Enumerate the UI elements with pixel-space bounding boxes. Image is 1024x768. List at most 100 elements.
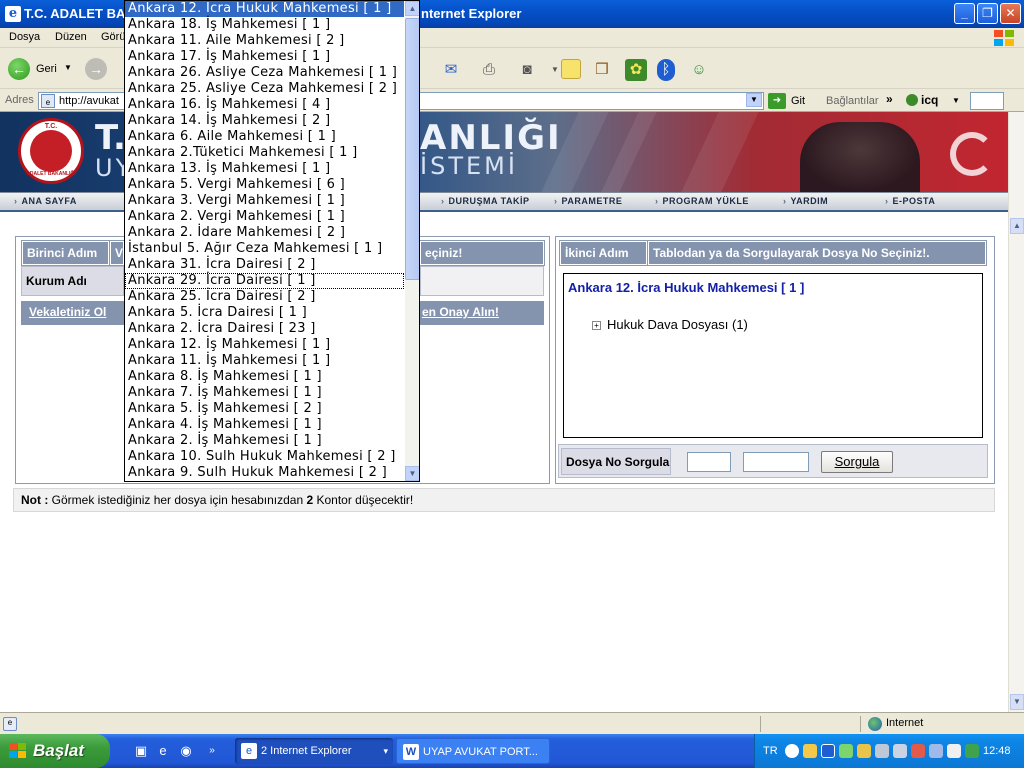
tray-antivirus-icon[interactable] — [911, 744, 925, 758]
court-option[interactable]: Ankara 5. İcra Dairesi [ 1 ] — [125, 305, 404, 321]
query-button[interactable]: Sorgula — [821, 451, 893, 473]
court-option[interactable]: Ankara 7. İş Mahkemesi [ 1 ] — [125, 385, 404, 401]
court-option[interactable]: Ankara 9. Sulh Hukuk Mahkemesi [ 2 ] — [125, 465, 404, 481]
address-dropdown-icon[interactable]: ▼ — [746, 93, 762, 107]
task-group-arrow-icon[interactable]: ▾ — [383, 738, 388, 764]
nav-program-upload[interactable]: PROGRAM YÜKLE — [655, 196, 749, 206]
court-option[interactable]: Ankara 5. İş Mahkemesi [ 2 ] — [125, 401, 404, 417]
icq-search-input[interactable] — [970, 92, 1004, 110]
nav-home[interactable]: ANA SAYFA — [14, 196, 77, 206]
back-button-label[interactable]: Geri — [36, 63, 57, 75]
page-scrollbar[interactable]: ▲ ▼ — [1008, 112, 1024, 712]
nav-help[interactable]: YARDIM — [783, 196, 828, 206]
court-option[interactable]: Ankara 31. İcra Dairesi [ 2 ] — [125, 257, 404, 273]
maximize-button[interactable]: ❐ — [977, 3, 998, 24]
icq-flower-icon[interactable]: ✿ — [625, 59, 647, 81]
file-year-input[interactable] — [687, 452, 731, 472]
links-chevron-icon[interactable]: » — [886, 92, 893, 106]
ie-quicklaunch-icon[interactable]: e — [155, 743, 171, 759]
court-option[interactable]: Ankara 26. Asliye Ceza Mahkemesi [ 1 ] — [125, 65, 404, 81]
go-button[interactable]: Git — [791, 95, 805, 107]
tray-arrow-icon[interactable] — [785, 744, 799, 758]
tray-icq-icon[interactable] — [857, 744, 871, 758]
menu-file[interactable]: Dosya — [9, 31, 40, 43]
court-option[interactable]: Ankara 25. Asliye Ceza Mahkemesi [ 2 ] — [125, 81, 404, 97]
dropdown-scrollbar[interactable]: ▲ ▼ — [405, 1, 419, 481]
court-option[interactable]: Ankara 12. İcra Hukuk Mahkemesi [ 1 ] — [125, 1, 404, 17]
court-option[interactable]: Ankara 2. İdare Mahkemesi [ 2 ] — [125, 225, 404, 241]
dropdown-scroll-down-icon[interactable]: ▼ — [405, 466, 419, 481]
close-button[interactable]: ✕ — [1000, 3, 1021, 24]
research-icon[interactable]: ❒ — [591, 59, 613, 81]
court-option[interactable]: Ankara 11. Aile Mahkemesi [ 2 ] — [125, 33, 404, 49]
tray-security-icon[interactable] — [803, 744, 817, 758]
approval-link[interactable]: en Onay Alın! — [420, 301, 544, 325]
court-option[interactable]: Ankara 2.Tüketici Mahkemesi [ 1 ] — [125, 145, 404, 161]
minimize-button[interactable]: _ — [954, 3, 975, 24]
court-option[interactable]: Ankara 12. İş Mahkemesi [ 1 ] — [125, 337, 404, 353]
tray-messenger-icon[interactable] — [839, 744, 853, 758]
court-option[interactable]: Ankara 11. İş Mahkemesi [ 1 ] — [125, 353, 404, 369]
nav-parameter[interactable]: PARAMETRE — [554, 196, 622, 206]
media-quicklaunch-icon[interactable]: ◉ — [178, 743, 194, 759]
tray-volume-icon[interactable] — [947, 744, 961, 758]
court-option[interactable]: Ankara 18. İş Mahkemesi [ 1 ] — [125, 17, 404, 33]
tray-update-icon[interactable] — [965, 744, 979, 758]
note-icon[interactable] — [561, 59, 581, 79]
dropdown-scroll-up-icon[interactable]: ▲ — [405, 1, 419, 16]
show-desktop-icon[interactable]: ▣ — [133, 743, 149, 759]
links-label[interactable]: Bağlantılar — [826, 95, 879, 107]
dropdown-scroll-thumb[interactable] — [405, 18, 419, 280]
court-option[interactable]: Ankara 5. Vergi Mahkemesi [ 6 ] — [125, 177, 404, 193]
quicklaunch-chevron-icon[interactable]: » — [204, 743, 220, 759]
tree-node-civil-case[interactable]: + Hukuk Dava Dosyası (1) — [592, 317, 748, 332]
file-number-input[interactable] — [743, 452, 809, 472]
tray-wireless-icon[interactable] — [929, 744, 943, 758]
court-option-list[interactable]: Ankara 12. İcra Hukuk Mahkemesi [ 1 ] Ank… — [125, 1, 404, 481]
taskbar-ie-button[interactable]: e 2 Internet Explorer ▾ — [235, 738, 393, 764]
page-scroll-down-icon[interactable]: ▼ — [1010, 694, 1024, 710]
ie-app-icon[interactable]: e — [5, 6, 21, 22]
court-option[interactable]: Ankara 13. İş Mahkemesi [ 1 ] — [125, 161, 404, 177]
power-of-attorney-link[interactable]: Vekaletiniz Ol — [21, 301, 124, 325]
court-option[interactable]: Ankara 2. Vergi Mahkemesi [ 1 ] — [125, 209, 404, 225]
messenger-icon[interactable]: ☺ — [688, 59, 710, 81]
back-arrow-icon[interactable]: ← — [8, 58, 30, 80]
court-option[interactable]: Ankara 10. Sulh Hukuk Mahkemesi [ 2 ] — [125, 449, 404, 465]
bluetooth-icon[interactable]: ᛒ — [657, 59, 675, 81]
court-option[interactable]: Ankara 17. İş Mahkemesi [ 1 ] — [125, 49, 404, 65]
court-option[interactable]: Ankara 14. İş Mahkemesi [ 2 ] — [125, 113, 404, 129]
menu-edit[interactable]: Düzen — [55, 31, 87, 43]
forward-arrow-icon[interactable]: → — [85, 58, 107, 80]
court-option[interactable]: Ankara 6. Aile Mahkemesi [ 1 ] — [125, 129, 404, 145]
court-option[interactable]: Ankara 29. İcra Dairesi [ 1 ] — [125, 273, 404, 289]
expand-icon[interactable]: + — [592, 321, 601, 330]
court-select-dropdown[interactable]: Ankara 12. İcra Hukuk Mahkemesi [ 1 ] Ank… — [124, 0, 420, 482]
tray-network-icon[interactable] — [875, 744, 889, 758]
nav-email[interactable]: E-POSTA — [885, 196, 935, 206]
tray-bluetooth-icon[interactable] — [821, 744, 835, 758]
icq-label[interactable]: icq — [921, 93, 938, 107]
edit-icon[interactable]: ◙ — [516, 59, 538, 81]
back-dropdown-icon[interactable]: ▼ — [64, 63, 72, 72]
court-option[interactable]: İstanbul 5. Ağır Ceza Mahkemesi [ 1 ] — [125, 241, 404, 257]
court-option[interactable]: Ankara 2. İcra Dairesi [ 23 ] — [125, 321, 404, 337]
menu-view[interactable]: Görü — [101, 31, 125, 43]
court-option[interactable]: Ankara 2. İş Mahkemesi [ 1 ] — [125, 433, 404, 449]
court-option[interactable]: Ankara 4. İş Mahkemesi [ 1 ] — [125, 417, 404, 433]
court-option[interactable]: Ankara 3. Vergi Mahkemesi [ 1 ] — [125, 193, 404, 209]
go-arrow-icon[interactable]: ➜ — [768, 93, 786, 109]
nav-hearing-tracking[interactable]: DURUŞMA TAKİP — [441, 196, 530, 206]
icq-dropdown-icon[interactable]: ▼ — [952, 96, 960, 105]
start-button[interactable]: Başlat — [0, 734, 110, 768]
tray-clock[interactable]: 12:48 — [983, 745, 1011, 757]
tray-printer-icon[interactable] — [893, 744, 907, 758]
print-icon[interactable]: ⎙ — [478, 59, 500, 81]
language-indicator[interactable]: TR — [763, 745, 778, 757]
court-option[interactable]: Ankara 16. İş Mahkemesi [ 4 ] — [125, 97, 404, 113]
mail-icon[interactable]: ✉ — [440, 59, 462, 81]
page-scroll-up-icon[interactable]: ▲ — [1010, 218, 1024, 234]
institution-select-tail[interactable] — [420, 266, 544, 296]
court-option[interactable]: Ankara 25. İcra Dairesi [ 2 ] — [125, 289, 404, 305]
taskbar-word-button[interactable]: W UYAP AVUKAT PORT... — [396, 738, 550, 764]
